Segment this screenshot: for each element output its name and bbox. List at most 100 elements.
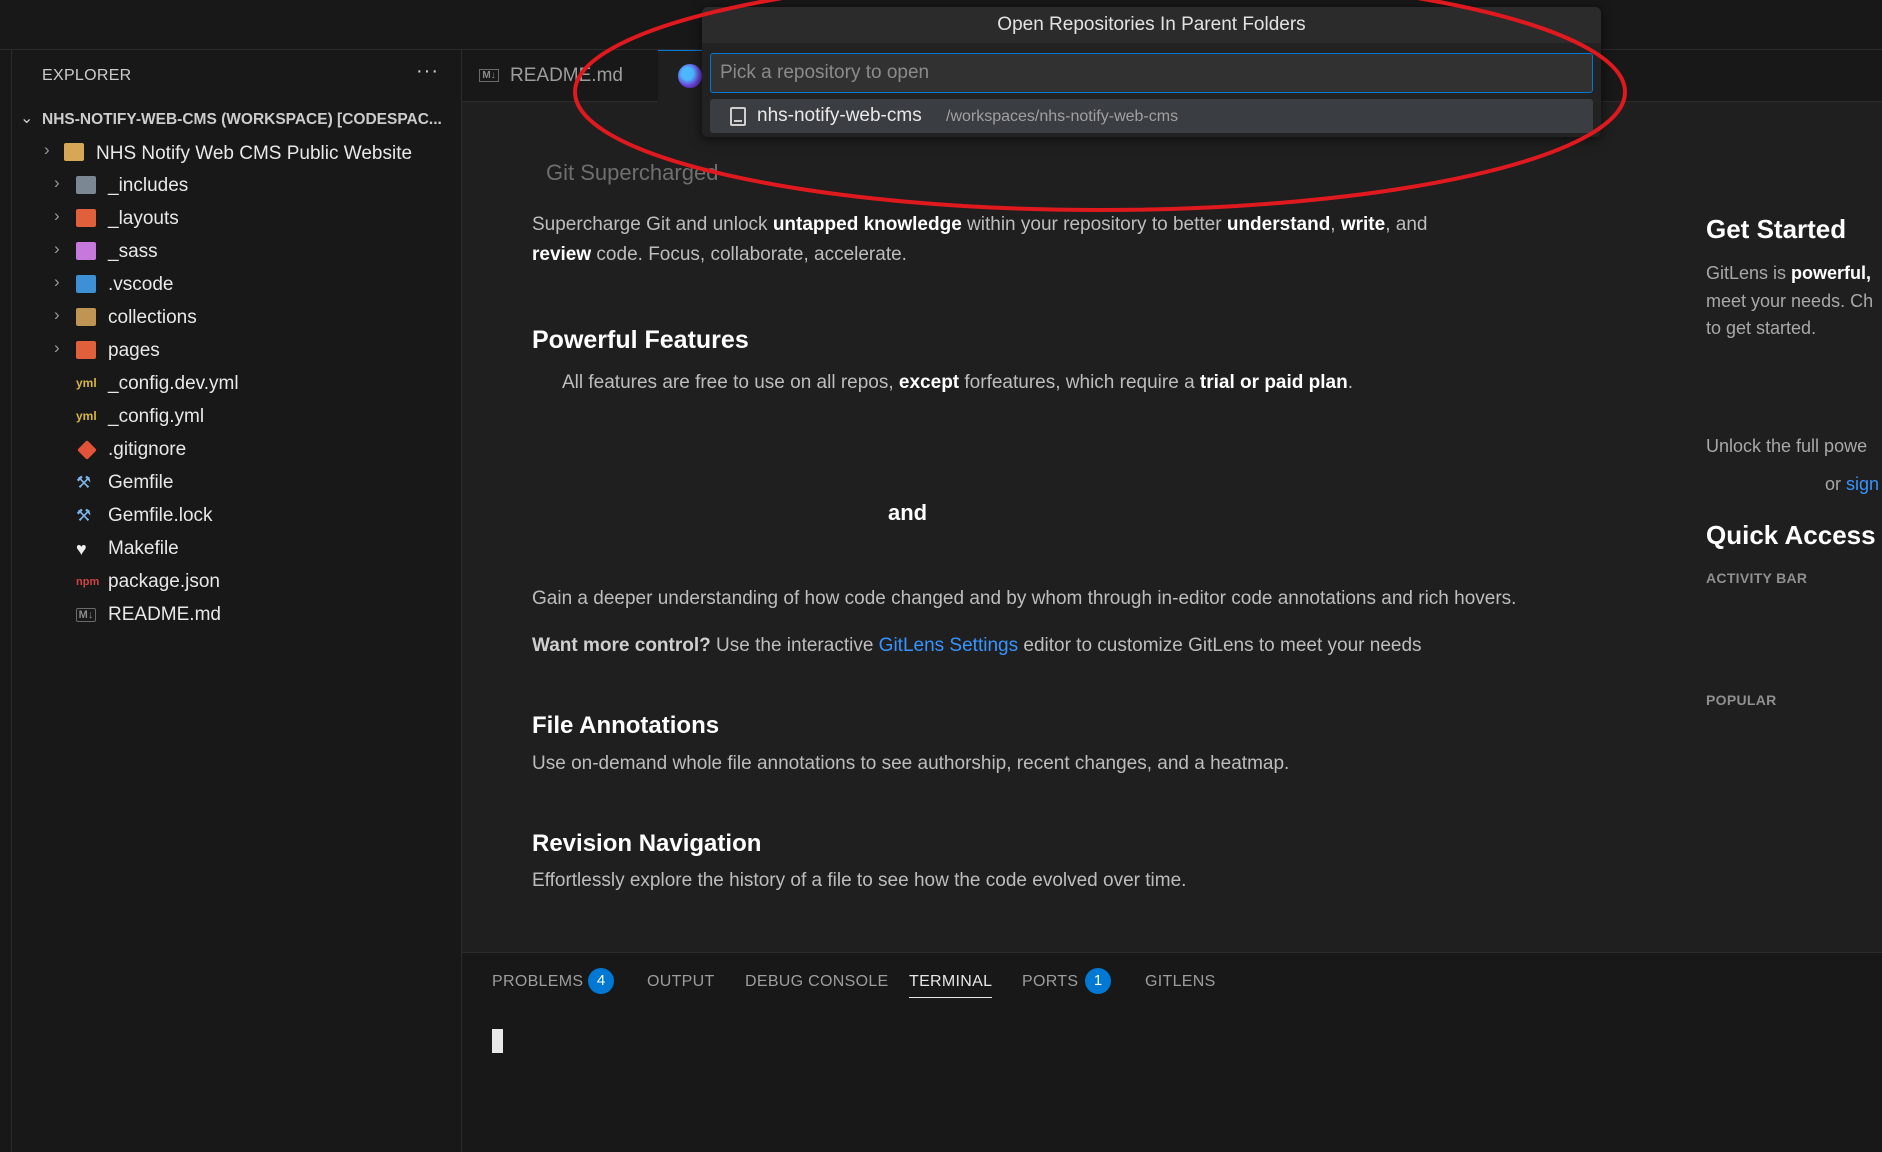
vscode-window: EXPLORER ··· ⌄ NHS-NOTIFY-WEB-CMS (WORKS… [0, 0, 1882, 1152]
gitlens-settings-link[interactable]: GitLens Settings [879, 635, 1018, 656]
tab-ports[interactable]: PORTS [1022, 973, 1078, 991]
unlock-text: Unlock the full powe [1706, 436, 1868, 456]
tree-item-gemfile-lock[interactable]: ⚒ Gemfile.lock [12, 499, 462, 532]
quick-access-heading: Quick Access [1706, 520, 1876, 550]
chevron-right-icon: › [54, 206, 60, 225]
features-bold: trial or paid plan [1199, 372, 1348, 393]
intro-text: code. Focus, collaborate, accelerate. [591, 244, 907, 265]
tab-output[interactable]: OUTPUT [647, 973, 715, 991]
folder-vscode-icon [76, 275, 96, 293]
tree-item-includes[interactable]: › _includes [12, 169, 462, 202]
intro-line-2: review code. Focus, collaborate, acceler… [532, 244, 907, 266]
terminal-cursor[interactable] [492, 1029, 503, 1053]
tree-item-package-json[interactable]: npm package.json [12, 565, 462, 598]
features-text: forfeatures, which require a [959, 372, 1200, 393]
tree-item-label: Gemfile [108, 472, 174, 493]
tree-item-vscode[interactable]: › .vscode [12, 268, 462, 301]
markdown-icon: M↓ [479, 69, 499, 82]
bottom-panel: PROBLEMS 4 OUTPUT DEBUG CONSOLE TERMINAL… [462, 952, 1882, 1152]
get-started-heading: Get Started [1706, 214, 1847, 244]
tree-item-collections[interactable]: › collections [12, 301, 462, 334]
tree-root-folder[interactable]: › NHS Notify Web CMS Public Website [12, 136, 462, 169]
sign-in-link[interactable]: sign [1846, 474, 1879, 494]
tree-item-label: .vscode [108, 274, 174, 295]
yaml-icon: yml [76, 376, 97, 390]
tree-item-label: package.json [108, 571, 220, 592]
markdown-icon: M↓ [76, 608, 96, 622]
chevron-right-icon: › [44, 140, 50, 159]
makefile-icon: ♥ [76, 539, 87, 559]
yaml-icon: yml [76, 409, 97, 423]
tree-item-gemfile[interactable]: ⚒ Gemfile [12, 466, 462, 499]
tree-item-makefile[interactable]: ♥ Makefile [12, 532, 462, 565]
gs-bold: powerful, [1791, 263, 1872, 283]
control-bold: Want more control? [532, 635, 711, 656]
folder-includes-icon [76, 176, 96, 194]
file-annotations-text: Use on-demand whole file annotations to … [532, 753, 1290, 774]
get-started-line-1: GitLens is powerful, [1706, 263, 1871, 284]
tab-problems[interactable]: PROBLEMS [492, 973, 583, 991]
tab-debug-console[interactable]: DEBUG CONSOLE [745, 973, 889, 991]
repository-search-input[interactable] [711, 54, 1592, 92]
tree-item-config-dev[interactable]: yml _config.dev.yml [12, 367, 462, 400]
activity-bar [0, 50, 12, 1152]
more-actions-icon[interactable]: ··· [416, 60, 439, 83]
tree-item-gitignore[interactable]: .gitignore [12, 433, 462, 466]
tree-item-label: .gitignore [108, 439, 187, 460]
chevron-right-icon: › [54, 272, 60, 291]
tree-item-label: _layouts [108, 208, 179, 229]
intro-bold: understand [1226, 214, 1331, 235]
right-column: Get Started GitLens is powerful, meet yo… [1706, 102, 1882, 952]
intro-text: , and [1385, 214, 1428, 235]
git-icon [77, 440, 97, 460]
quick-pick-input-box [710, 53, 1593, 93]
tree-item-pages[interactable]: › pages [12, 334, 462, 367]
explorer-sidebar: EXPLORER ··· ⌄ NHS-NOTIFY-WEB-CMS (WORKS… [12, 50, 462, 1152]
gitlens-icon [678, 64, 702, 88]
ports-count-badge: 1 [1085, 968, 1111, 994]
folder-sass-icon [76, 242, 96, 260]
get-started-line-3: to get started. [1706, 318, 1817, 338]
intro-text: Supercharge Git and unlock [532, 214, 773, 235]
repository-option[interactable]: nhs-notify-web-cms /workspaces/nhs-notif… [710, 99, 1593, 133]
quick-pick-title: Open Repositories In Parent Folders [702, 7, 1601, 43]
chevron-right-icon: › [54, 338, 60, 357]
control-text: editor to customize GitLens to meet your… [1018, 635, 1422, 656]
tree-item-label: README.md [108, 604, 221, 625]
tree-item-config[interactable]: yml _config.yml [12, 400, 462, 433]
tab-terminal[interactable]: TERMINAL [909, 973, 993, 998]
sidebar-header: EXPLORER ··· [12, 50, 462, 102]
tree-item-label: _sass [108, 241, 158, 262]
page-subtitle: Git Supercharged [546, 160, 719, 185]
workspace-header[interactable]: ⌄ NHS-NOTIFY-WEB-CMS (WORKSPACE) [CODESP… [12, 102, 462, 136]
chevron-right-icon: › [54, 239, 60, 258]
workspace-label: NHS-NOTIFY-WEB-CMS (WORKSPACE) [CODESPAC… [42, 111, 442, 128]
activity-bar-caption: ACTIVITY BAR [1706, 570, 1808, 586]
tree-item-label: _config.yml [108, 406, 205, 427]
features-text: All features are free to use on all repo… [562, 372, 899, 393]
tree-item-label: Gemfile.lock [108, 505, 213, 526]
revision-navigation-text: Effortlessly explore the history of a fi… [532, 870, 1187, 891]
control-text: Use the interactive [710, 635, 879, 656]
tree-item-label: Makefile [108, 538, 179, 559]
tab-readme[interactable]: M↓ README.md [462, 50, 658, 102]
tree-item-layouts[interactable]: › _layouts [12, 202, 462, 235]
tree-item-label: pages [108, 340, 160, 361]
repository-path: /workspaces/nhs-notify-web-cms [946, 108, 1179, 125]
tree-item-label: _config.dev.yml [108, 373, 239, 394]
gitlens-welcome-view: Git Supercharged Supercharge Git and unl… [462, 102, 1882, 952]
tree-item-sass[interactable]: › _sass [12, 235, 462, 268]
ruby-icon: ⚒ [76, 473, 92, 492]
tab-gitlens[interactable]: GITLENS [1145, 973, 1216, 991]
control-line: Want more control? Use the interactive G… [532, 635, 1422, 657]
tab-label: README.md [510, 65, 623, 86]
tree-item-readme[interactable]: M↓ README.md [12, 598, 462, 631]
gs-text: GitLens is [1706, 263, 1792, 283]
tree-item-label: collections [108, 307, 197, 328]
intro-bold: review [532, 244, 592, 265]
root-folder-icon [64, 143, 84, 161]
features-bold: except [898, 372, 960, 393]
folder-pages-icon [76, 341, 96, 359]
chevron-right-icon: › [54, 305, 60, 324]
intro-text: , [1330, 214, 1341, 235]
